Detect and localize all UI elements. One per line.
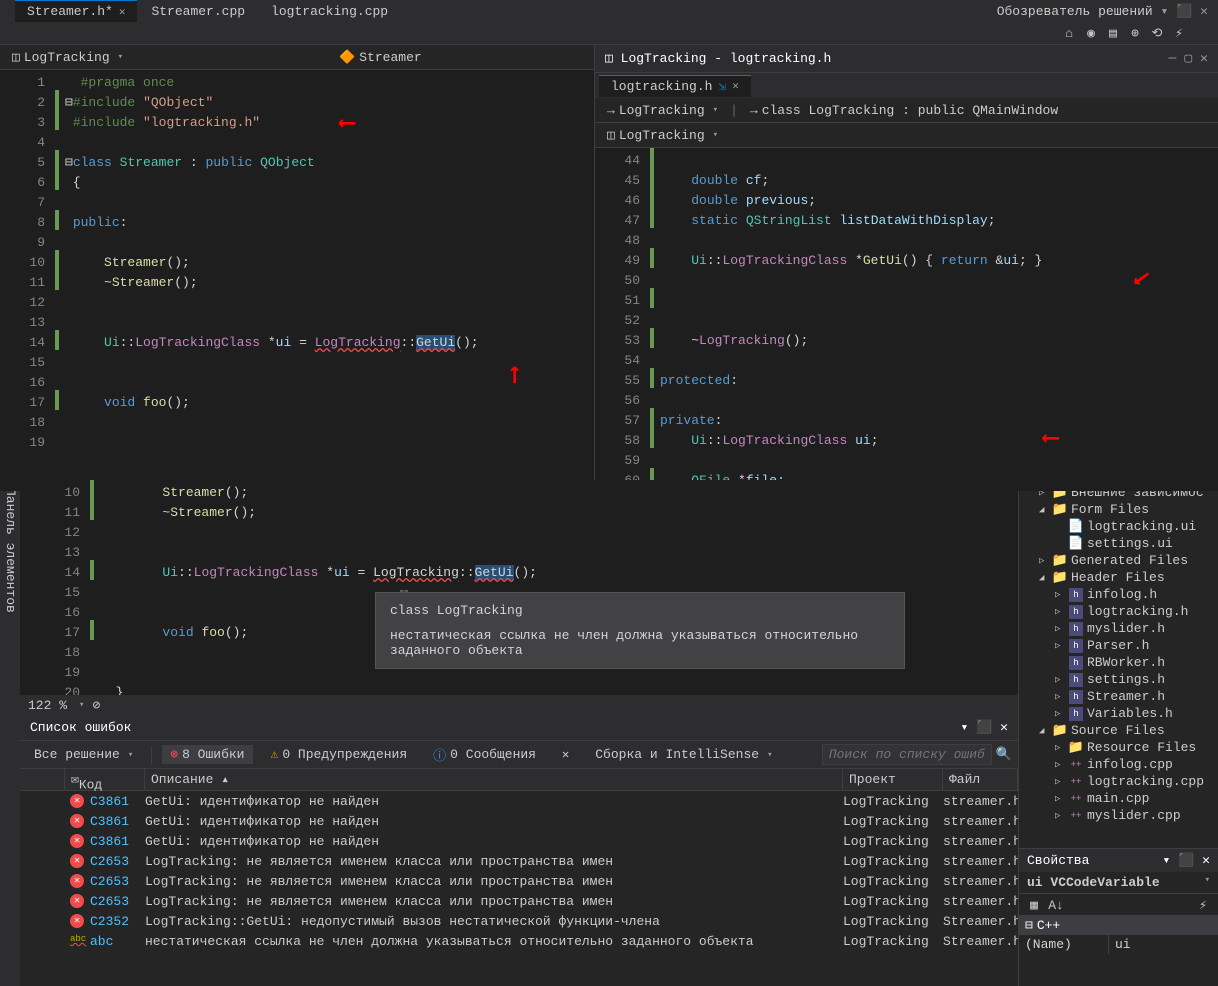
tree-item[interactable]: ▷hinfolog.h xyxy=(1023,586,1214,603)
tree-item[interactable]: ▷📁Generated Files xyxy=(1023,552,1214,569)
tree-item[interactable]: ▷hsettings.h xyxy=(1023,671,1214,688)
prop-page-icon[interactable]: ⚡ xyxy=(1194,896,1212,914)
error-row[interactable]: ✕C3861GetUi: идентификатор не найденLogT… xyxy=(20,831,1018,851)
close-icon[interactable]: ✕ xyxy=(1000,720,1008,735)
annotation-arrow: ⟵ xyxy=(340,108,354,138)
error-row[interactable]: ✕C3861GetUi: идентификатор не найденLogT… xyxy=(20,811,1018,831)
tree-item[interactable]: 📄settings.ui xyxy=(1023,535,1214,552)
tree-item[interactable]: ▷hParser.h xyxy=(1023,637,1214,654)
nav-member[interactable]: 🔶 Streamer xyxy=(331,50,430,65)
warnings-filter[interactable]: ⚠ 0 Предупреждения xyxy=(263,745,416,764)
intellisense-tooltip: class LogTracking нестатическая ссылка н… xyxy=(375,592,905,669)
tree-item[interactable]: ▷hStreamer.h xyxy=(1023,688,1214,705)
toolbar-icon[interactable]: ⟲ xyxy=(1148,24,1166,42)
tree-item[interactable]: ▷hmyslider.h xyxy=(1023,620,1214,637)
search-input[interactable] xyxy=(822,744,992,765)
minimize-icon[interactable]: ─ xyxy=(1169,51,1177,66)
code-editor-right[interactable]: 4445464748495051525354555657585960 doubl… xyxy=(595,148,1218,491)
lookup-window-title: ◫ LogTracking - logtracking.h ─▢✕ xyxy=(595,45,1218,73)
toolbox-panel-tab[interactable]: Панель элементов xyxy=(0,480,20,986)
tree-item[interactable]: ▷++infolog.cpp xyxy=(1023,756,1214,773)
alphabetize-icon[interactable]: A↓ xyxy=(1047,896,1065,914)
error-row[interactable]: ✕C2653LogTracking: не является именем кл… xyxy=(20,891,1018,911)
nav-sub[interactable]: ◫ LogTracking▾ xyxy=(599,128,726,143)
close-icon[interactable]: ✕ xyxy=(1200,51,1208,66)
prop-category[interactable]: ⊟ C++ xyxy=(1019,916,1218,935)
properties-header: Свойства ▾ ⬛ ✕ xyxy=(1019,849,1218,872)
tree-item[interactable]: ◢📁Header Files xyxy=(1023,569,1214,586)
code-editor-bottom[interactable]: 1011121314151617181920 Streamer(); ~Stre… xyxy=(20,480,1018,695)
annotation-arrow: ⟵ xyxy=(1044,423,1058,453)
tree-item[interactable]: 📄logtracking.ui xyxy=(1023,518,1214,535)
error-row[interactable]: ✕C2653LogTracking: не является именем кл… xyxy=(20,871,1018,891)
prop-row[interactable]: (Name) ui xyxy=(1019,935,1218,954)
error-list-columns: ✉Код Описание ▴ Проект Файл xyxy=(20,769,1018,791)
tab-logtracking-cpp[interactable]: logtracking.cpp xyxy=(259,1,400,22)
categorize-icon[interactable]: ▦ xyxy=(1025,896,1043,914)
messages-filter[interactable]: ⓘ 0 Сообщения xyxy=(425,743,544,766)
close-icon[interactable]: ✕ xyxy=(1202,853,1210,868)
tab-streamer-cpp[interactable]: Streamer.cpp xyxy=(139,1,257,22)
tree-item[interactable]: ▷📁Resource Files xyxy=(1023,739,1214,756)
close-icon[interactable]: ✕ xyxy=(732,79,739,93)
tab-logtracking-h[interactable]: logtracking.h ⇲ ✕ xyxy=(599,75,751,97)
close-icon[interactable]: ✕ xyxy=(119,5,126,19)
tree-item[interactable]: ◢📁Form Files xyxy=(1023,501,1214,518)
error-row[interactable]: ✕C2653LogTracking: не является именем кл… xyxy=(20,851,1018,871)
toolbar-icon[interactable]: ⊕ xyxy=(1126,24,1144,42)
nav-scope[interactable]: ◫ LogTracking▾ xyxy=(4,50,131,65)
nav-class[interactable]: → class LogTracking : public QMainWindow xyxy=(742,103,1066,118)
annotation-arrow: ⟵ xyxy=(500,368,530,382)
toolbar-icon[interactable]: ⌂ xyxy=(1060,24,1078,42)
code-editor-left[interactable]: 12345678910111213141516171819 #pragma on… xyxy=(0,70,594,491)
error-list-header: Список ошибок ▾ ⬛ ✕ xyxy=(20,715,1018,741)
tab-bar: Streamer.h*✕ Streamer.cpp logtracking.cp… xyxy=(0,0,1218,22)
scope-filter[interactable]: Все решение▾ xyxy=(26,745,141,764)
toolbar-icon[interactable]: ◉ xyxy=(1082,24,1100,42)
nav-scope[interactable]: → LogTracking▾ xyxy=(599,103,726,118)
error-row[interactable]: ✕C2352LogTracking::GetUi: недопустимый в… xyxy=(20,911,1018,931)
clear-filter-icon[interactable]: ✕ xyxy=(554,745,577,764)
tree-item[interactable]: ▷++main.cpp xyxy=(1023,790,1214,807)
properties-object[interactable]: ui VCCodeVariable▾ xyxy=(1019,872,1218,894)
tree-item[interactable]: ▷++logtracking.cpp xyxy=(1023,773,1214,790)
solution-tree[interactable]: ▷📁Внешние зависимос◢📁Form Files📄logtrack… xyxy=(1019,480,1218,848)
tree-item[interactable]: ◢📁Source Files xyxy=(1023,722,1214,739)
tab-streamer-h[interactable]: Streamer.h*✕ xyxy=(15,0,137,22)
zoom-level[interactable]: 122 % xyxy=(28,698,67,713)
tree-item[interactable]: ▷hVariables.h xyxy=(1023,705,1214,722)
toolbar-icon[interactable]: ▤ xyxy=(1104,24,1122,42)
zoom-bar: 122 % ▾ ⊘ xyxy=(20,695,1018,715)
error-row[interactable]: ✕C3861GetUi: идентификатор не найденLogT… xyxy=(20,791,1018,811)
toolbar-icon[interactable]: ⚡ xyxy=(1170,24,1188,42)
maximize-icon[interactable]: ▢ xyxy=(1184,51,1192,66)
error-row[interactable]: abcabcнестатическая ссылка не член должн… xyxy=(20,931,1018,951)
tree-item[interactable]: ▷++myslider.cpp xyxy=(1023,807,1214,824)
nav-bar-left: ◫ LogTracking▾ 🔶 Streamer xyxy=(0,45,594,70)
solution-explorer-title: Обозреватель решений ▾ ⬛ ✕ xyxy=(987,4,1218,19)
tree-item[interactable]: hRBWorker.h xyxy=(1023,654,1214,671)
search-icon[interactable]: 🔍 xyxy=(996,747,1012,762)
tree-item[interactable]: ▷hlogtracking.h xyxy=(1023,603,1214,620)
build-filter[interactable]: Сборка и IntelliSense▾ xyxy=(587,745,780,764)
errors-filter[interactable]: ⊗ 8 Ошибки xyxy=(162,745,252,764)
no-issues-icon: ⊘ xyxy=(92,698,100,713)
